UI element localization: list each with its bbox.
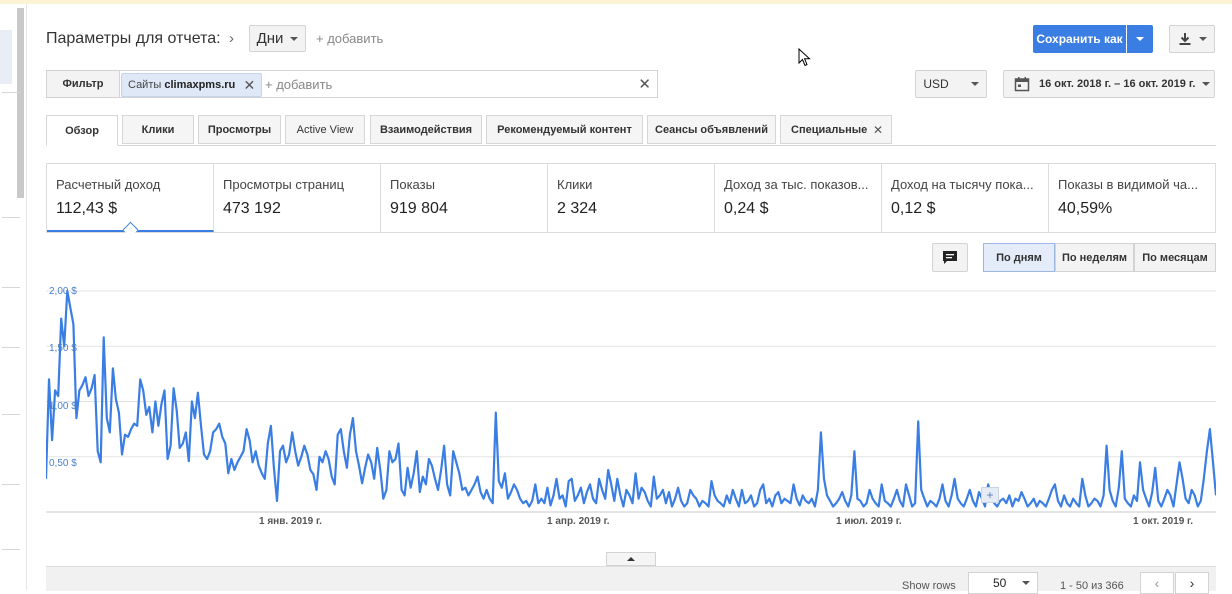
close-icon[interactable]: ✕ <box>244 77 256 94</box>
pagination-range: 1 - 50 из 366 <box>1060 580 1124 592</box>
collapse-chart-handle[interactable] <box>606 552 656 566</box>
prev-page-button[interactable]: ‹ <box>1140 572 1174 594</box>
tab-ad-sessions[interactable]: Сеансы объявлений <box>647 115 776 144</box>
x-tick-label: 1 апр. 2019 г. <box>547 516 610 527</box>
metrics-scorecard: Расчетный доход 112,43 $ Просмотры стран… <box>46 163 1216 233</box>
save-as-button[interactable]: Сохранить как <box>1033 25 1126 53</box>
left-nav-divider <box>2 92 20 93</box>
chevron-down-icon <box>1198 37 1207 41</box>
metric-value: 0,24 $ <box>724 200 769 217</box>
metric-value: 0,12 $ <box>891 200 936 217</box>
calendar-icon <box>1014 77 1030 92</box>
filter-bar: Фильтр Сайты climaxpms.ru ✕ + добавить ✕ <box>46 70 658 98</box>
date-range-picker[interactable]: 16 окт. 2018 г. – 16 окт. 2019 г. <box>1003 70 1215 98</box>
chip-value: climaxpms.ru <box>164 79 236 91</box>
add-annotation-icon[interactable]: + <box>981 487 999 503</box>
currency-dropdown[interactable]: USD <box>915 70 987 98</box>
granularity-weekly[interactable]: По неделям <box>1055 243 1134 272</box>
mouse-cursor-icon <box>798 48 811 67</box>
tabs-baseline <box>46 145 1216 146</box>
left-navigation-edge <box>0 4 27 590</box>
y-tick-label: 0,50 $ <box>49 458 77 469</box>
metric-rpm-impressions[interactable]: Доход за тыс. показов... 0,24 $ <box>715 164 882 232</box>
table-toolbar <box>46 566 1216 591</box>
dimension-dropdown[interactable]: Дни <box>249 25 306 52</box>
chevron-down-icon <box>1202 82 1211 86</box>
save-as-dropdown-button[interactable] <box>1127 25 1153 53</box>
date-range-label: 16 окт. 2018 г. – 16 окт. 2019 г. <box>1039 78 1196 90</box>
left-nav-divider <box>2 287 20 288</box>
show-rows-label: Show rows <box>902 580 956 592</box>
metric-label: Доход за тыс. показов... <box>724 177 869 192</box>
x-tick-label: 1 июл. 2019 г. <box>836 516 902 527</box>
chevron-down-icon <box>970 82 979 86</box>
metric-value: 40,59% <box>1058 200 1113 217</box>
add-filter-link[interactable]: + добавить <box>265 77 332 92</box>
rows-per-page-value: 50 <box>993 576 1007 590</box>
left-nav-divider <box>2 217 20 218</box>
metric-label: Просмотры страниц <box>223 177 345 192</box>
annotations-button[interactable] <box>932 243 968 272</box>
chevron-down-icon <box>290 36 299 41</box>
tab-pageviews[interactable]: Просмотры <box>198 115 281 144</box>
left-nav-divider <box>2 347 20 348</box>
filter-chip-sites[interactable]: Сайты climaxpms.ru ✕ <box>121 73 263 97</box>
metric-value: 112,43 $ <box>56 200 118 217</box>
next-page-button[interactable]: › <box>1175 572 1209 594</box>
metric-label: Показы <box>390 177 435 192</box>
y-tick-label: 1,50 $ <box>49 343 77 354</box>
metric-label: Расчетный доход <box>56 177 161 192</box>
chevron-right-icon: › <box>1189 575 1195 591</box>
clear-filter-icon[interactable]: ✕ <box>638 75 651 93</box>
granularity-daily[interactable]: По дням <box>983 243 1055 272</box>
rows-per-page-select[interactable]: 50 <box>968 572 1038 594</box>
left-nav-divider <box>2 414 20 415</box>
metric-label: Доход на тысячу пока... <box>891 177 1034 192</box>
revenue-line-chart <box>46 289 1216 513</box>
tab-custom[interactable]: Специальные ✕ <box>780 115 892 144</box>
chevron-down-icon <box>1022 581 1031 585</box>
chevron-right-icon: › <box>229 30 234 47</box>
left-nav-divider <box>2 549 20 550</box>
metric-clicks[interactable]: Клики 2 324 <box>548 164 715 232</box>
comment-icon <box>943 251 957 264</box>
tab-overview[interactable]: Обзор <box>46 115 118 146</box>
metric-label: Показы в видимой ча... <box>1058 177 1198 192</box>
download-button[interactable] <box>1169 25 1215 53</box>
tab-active-view[interactable]: Active View <box>285 115 365 144</box>
metric-pageviews[interactable]: Просмотры страниц 473 192 <box>214 164 381 232</box>
left-nav-scrollbar[interactable] <box>17 8 24 198</box>
metric-label: Клики <box>557 177 593 192</box>
chevron-up-icon <box>627 557 635 561</box>
x-tick-label: 1 янв. 2019 г. <box>259 516 322 527</box>
metric-value: 473 192 <box>223 200 281 217</box>
series-line-revenue[interactable] <box>46 289 1216 508</box>
currency-label: USD <box>923 77 949 91</box>
chevron-left-icon: ‹ <box>1154 575 1160 591</box>
dimension-label: Дни <box>256 30 284 47</box>
y-tick-label: 2,00 $ <box>49 286 77 297</box>
left-nav-selected-block[interactable] <box>0 30 12 84</box>
top-notice-strip <box>0 0 1232 4</box>
chevron-down-icon <box>1136 37 1144 41</box>
filter-button[interactable]: Фильтр <box>47 71 120 97</box>
left-nav-divider <box>2 484 20 485</box>
metric-value: 919 804 <box>390 200 448 217</box>
metric-value: 2 324 <box>557 200 598 217</box>
tab-clicks[interactable]: Клики <box>122 115 194 144</box>
chip-prefix: Сайты <box>128 79 162 91</box>
tab-custom-label: Специальные <box>791 123 868 136</box>
add-dimension-link[interactable]: + добавить <box>316 31 383 46</box>
close-icon[interactable]: ✕ <box>873 123 883 137</box>
metric-rpm-pageviews[interactable]: Доход на тысячу пока... 0,12 $ <box>882 164 1049 232</box>
y-tick-label: 1,00 $ <box>49 401 77 412</box>
tab-interactions[interactable]: Взаимодействия <box>370 115 482 144</box>
metric-impressions[interactable]: Показы 919 804 <box>381 164 548 232</box>
metric-viewability[interactable]: Показы в видимой ча... 40,59% <box>1049 164 1215 232</box>
download-icon <box>1179 33 1190 45</box>
report-params-title: Параметры для отчета: <box>46 30 221 47</box>
tab-recommended-content[interactable]: Рекомендуемый контент <box>486 115 643 144</box>
x-tick-label: 1 окт. 2019 г. <box>1133 516 1193 527</box>
granularity-monthly[interactable]: По месяцам <box>1134 243 1216 272</box>
